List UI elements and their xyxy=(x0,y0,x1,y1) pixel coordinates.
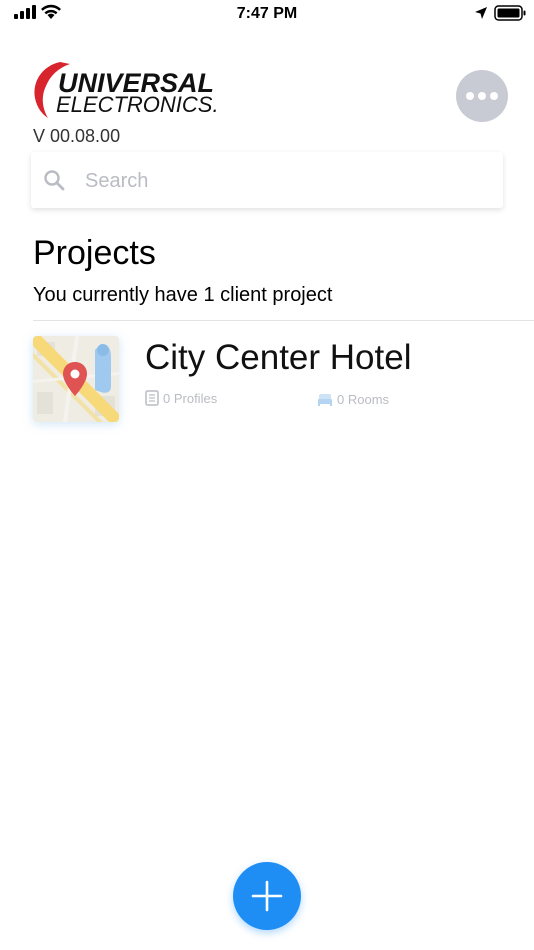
project-list-item[interactable]: City Center Hotel 0 Profiles 0 Rooms xyxy=(33,332,513,424)
document-icon xyxy=(145,390,159,406)
ellipsis-icon xyxy=(466,92,474,100)
logo-text-electronics: ELECTRONICS. xyxy=(56,92,219,117)
search-input[interactable] xyxy=(83,152,487,210)
map-thumbnail xyxy=(33,336,119,422)
project-name: City Center Hotel xyxy=(145,338,412,377)
version-label: V 00.08.00 xyxy=(33,126,121,146)
bed-icon xyxy=(318,393,332,406)
location-icon xyxy=(475,7,487,19)
profiles-count: 0 Profiles xyxy=(145,390,217,406)
projects-count-text: You currently have 1 client project xyxy=(33,284,333,306)
profiles-count-label: 0 Profiles xyxy=(163,390,218,406)
search-icon xyxy=(44,170,65,191)
search-bar[interactable] xyxy=(31,152,503,210)
add-project-button[interactable] xyxy=(233,862,301,930)
more-options-button[interactable] xyxy=(456,70,508,122)
universal-electronics-logo: UNIVERSAL ELECTRONICS. xyxy=(34,62,219,118)
divider xyxy=(33,320,534,321)
status-bar: 7:47 PM xyxy=(0,0,534,28)
status-time: 7:47 PM xyxy=(236,5,298,22)
battery-icon xyxy=(494,5,526,21)
page-title: Projects xyxy=(33,234,156,272)
ellipsis-icon xyxy=(490,92,498,100)
rooms-count-label: 0 Rooms xyxy=(337,392,390,407)
plus-icon xyxy=(251,880,283,912)
ellipsis-icon xyxy=(478,92,486,100)
rooms-count: 0 Rooms xyxy=(317,392,389,407)
